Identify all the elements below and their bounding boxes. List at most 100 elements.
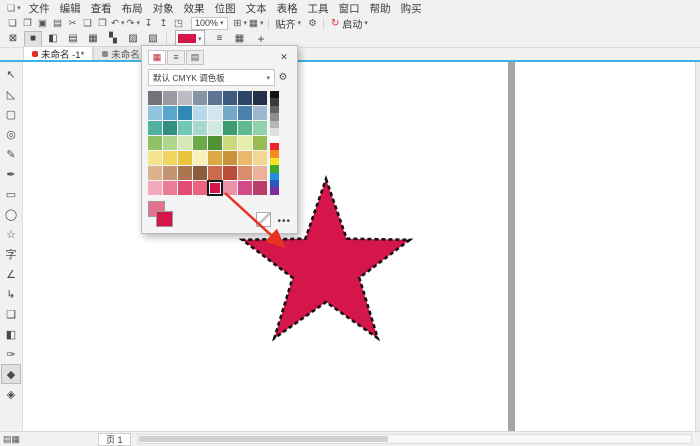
palette-swatch[interactable] (163, 151, 177, 165)
zoom-level-select[interactable]: 100% ▾ (191, 17, 228, 30)
fullscreen-preview-button[interactable]: ⊞▾ (234, 17, 247, 30)
vector-pattern-fill-button[interactable]: ▤ (64, 31, 82, 47)
canvas[interactable] (23, 62, 700, 432)
spectrum-swatch[interactable] (270, 128, 279, 135)
scrollbar-thumb[interactable] (139, 436, 388, 442)
options-button[interactable]: ⚙ (306, 17, 319, 30)
docker-toggle-icon[interactable]: ▦ (12, 434, 21, 444)
palette-swatch[interactable] (223, 136, 237, 150)
menu-item[interactable]: 文本 (241, 3, 272, 15)
menu-item[interactable]: 布局 (117, 3, 148, 15)
app-icon[interactable]: ❏ ▾ (4, 3, 24, 14)
zoom-tool[interactable]: ◎ (1, 124, 21, 144)
palette-swatch[interactable] (148, 91, 162, 105)
uniform-fill-button[interactable]: ■ (24, 31, 42, 47)
palette-swatch[interactable] (253, 151, 267, 165)
view-mode-button[interactable]: ▦▾ (249, 17, 264, 30)
spectrum-swatch[interactable] (270, 121, 279, 128)
palette-swatch[interactable] (223, 121, 237, 135)
palette-swatch[interactable] (238, 166, 252, 180)
export-button[interactable]: ↥ (157, 17, 170, 30)
menu-item[interactable]: 效果 (179, 3, 210, 15)
spectrum-swatch[interactable] (270, 113, 279, 120)
palette-swatch[interactable] (238, 181, 252, 195)
add-fill-step-button[interactable]: + (258, 32, 265, 46)
palette-select[interactable]: 默认 CMYK 调色板 ▾ (148, 69, 275, 86)
interactive-fill-tool[interactable]: ◆ (1, 364, 21, 384)
palette-swatch[interactable] (208, 106, 222, 120)
copy-button[interactable]: ❑ (81, 17, 94, 30)
polygon-tool[interactable]: ☆ (1, 224, 21, 244)
palette-swatch[interactable] (178, 166, 192, 180)
menu-item[interactable]: 文件 (24, 3, 55, 15)
palette-swatch[interactable] (148, 151, 162, 165)
menu-item[interactable]: 对象 (148, 3, 179, 15)
new-document-button[interactable]: ❏ (6, 17, 19, 30)
palette-swatch[interactable] (148, 166, 162, 180)
more-options-button[interactable]: ••• (277, 216, 291, 227)
palette-swatch[interactable] (163, 106, 177, 120)
palette-swatch[interactable] (163, 166, 177, 180)
vertical-scrollbar[interactable] (695, 62, 700, 432)
smart-fill-tool[interactable]: ◈ (1, 384, 21, 404)
palette-swatch[interactable] (208, 151, 222, 165)
palette-swatch[interactable] (223, 181, 237, 195)
menu-item[interactable]: 查看 (86, 3, 117, 15)
menu-item[interactable]: 购买 (396, 3, 427, 15)
palette-swatch[interactable] (148, 181, 162, 195)
spectrum-swatch[interactable] (270, 143, 279, 150)
freehand-tool[interactable]: ✎ (1, 144, 21, 164)
menu-item[interactable]: 位图 (210, 3, 241, 15)
page-tab[interactable]: 页 1 (98, 433, 131, 446)
palette-swatch[interactable] (163, 91, 177, 105)
palette-swatch[interactable] (238, 136, 252, 150)
palette-swatch[interactable] (208, 136, 222, 150)
palette-options-button[interactable]: ⚙ (275, 72, 291, 83)
palette-swatch[interactable] (193, 181, 207, 195)
current-color-swatch[interactable] (156, 211, 173, 227)
palette-swatch[interactable] (193, 106, 207, 120)
palette-swatch[interactable] (178, 181, 192, 195)
ellipse-tool[interactable]: ◯ (1, 204, 21, 224)
palette-swatch[interactable] (238, 91, 252, 105)
palette-swatch[interactable] (148, 121, 162, 135)
palette-swatch[interactable] (193, 121, 207, 135)
spectrum-swatch[interactable] (270, 136, 279, 143)
spectrum-swatch[interactable] (270, 106, 279, 113)
menu-item[interactable]: 编辑 (55, 3, 86, 15)
palette-swatch[interactable] (223, 106, 237, 120)
crop-tool[interactable]: ▢ (1, 104, 21, 124)
transparency-tool[interactable]: ◧ (1, 324, 21, 344)
shape-tool[interactable]: ◺ (1, 84, 21, 104)
spectrum-swatch[interactable] (270, 150, 279, 157)
eyedropper-tool[interactable]: ✑ (1, 344, 21, 364)
palettes-tab-icon[interactable]: ▤ (186, 50, 204, 65)
palette-swatch[interactable] (178, 121, 192, 135)
menu-item[interactable]: 表格 (272, 3, 303, 15)
palette-toggle-icon[interactable]: ▤ (3, 434, 12, 444)
redo-button[interactable]: ↷▾ (126, 17, 139, 30)
spectrum-swatch[interactable] (270, 173, 279, 180)
palette-swatch[interactable] (223, 91, 237, 105)
cut-button[interactable]: ✂ (66, 17, 79, 30)
spectrum-swatch[interactable] (270, 98, 279, 105)
import-button[interactable]: ↧ (142, 17, 155, 30)
palette-swatch[interactable] (253, 136, 267, 150)
palette-swatch[interactable] (223, 151, 237, 165)
palette-swatch[interactable] (253, 181, 267, 195)
rectangle-tool[interactable]: ▭ (1, 184, 21, 204)
palette-swatch[interactable] (163, 136, 177, 150)
palette-tab-icon[interactable]: ▦ (148, 50, 166, 65)
palette-swatch[interactable] (148, 136, 162, 150)
palette-swatch[interactable] (193, 151, 207, 165)
snap-to-dropdown[interactable]: 贴齐 ▾ (272, 17, 306, 30)
palette-swatch[interactable] (223, 166, 237, 180)
document-tab[interactable]: 未命名 -1* (23, 46, 93, 60)
palette-swatch[interactable] (178, 136, 192, 150)
palette-swatch[interactable] (238, 121, 252, 135)
close-icon[interactable]: ✕ (277, 52, 291, 63)
spectrum-swatch[interactable] (270, 187, 279, 194)
palette-swatch[interactable] (178, 106, 192, 120)
palette-swatch[interactable] (253, 106, 267, 120)
palette-swatch[interactable] (148, 106, 162, 120)
